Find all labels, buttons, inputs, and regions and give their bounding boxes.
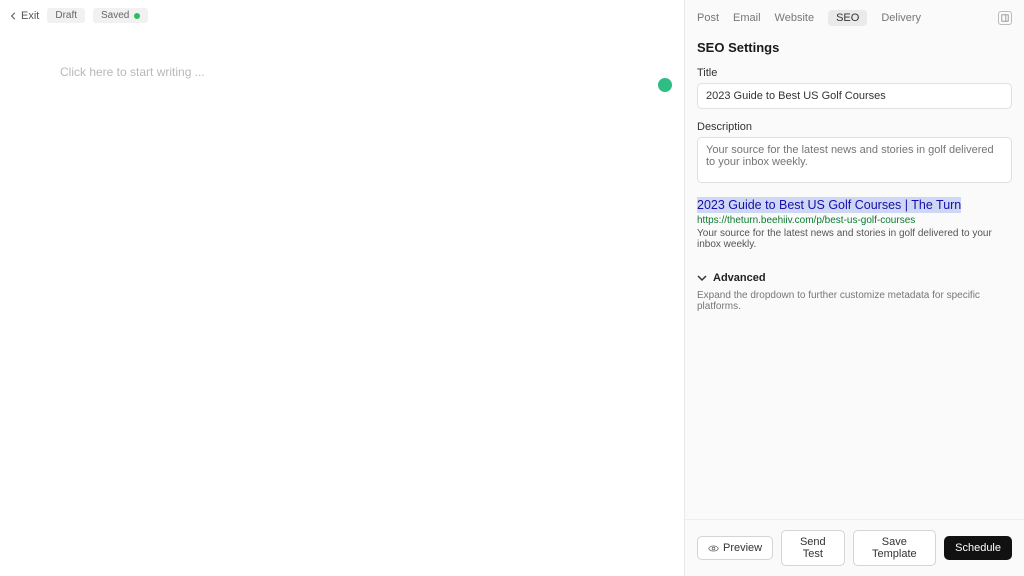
editor-placeholder: Click here to start writing ... — [60, 65, 624, 79]
saved-dot-icon — [134, 13, 140, 19]
tab-post[interactable]: Post — [697, 12, 719, 24]
description-label: Description — [697, 121, 1012, 133]
title-label: Title — [697, 67, 1012, 79]
schedule-button[interactable]: Schedule — [944, 536, 1012, 560]
editor-topbar: Exit Draft Saved — [0, 0, 684, 31]
advanced-label: Advanced — [713, 272, 766, 284]
status-saved-label: Saved — [101, 10, 129, 21]
serp-title: 2023 Guide to Best US Golf Courses | The… — [697, 197, 961, 213]
tab-website[interactable]: Website — [775, 12, 815, 24]
tab-delivery[interactable]: Delivery — [881, 12, 921, 24]
expand-panel-button[interactable] — [998, 11, 1012, 25]
advanced-toggle[interactable]: Advanced — [697, 272, 1012, 284]
tab-seo[interactable]: SEO — [828, 10, 867, 26]
preview-label: Preview — [723, 542, 762, 554]
chevron-left-icon — [10, 12, 18, 20]
panel-tabs: Post Email Website SEO Delivery — [685, 0, 1024, 36]
send-test-button[interactable]: Send Test — [781, 530, 844, 566]
status-draft-pill: Draft — [47, 8, 85, 23]
editor-body[interactable]: Click here to start writing ... — [0, 31, 684, 79]
serp-preview: 2023 Guide to Best US Golf Courses | The… — [697, 198, 1012, 250]
seo-description-input[interactable] — [697, 137, 1012, 183]
side-panel: Post Email Website SEO Delivery SEO Sett… — [684, 0, 1024, 576]
field-group-title: Title — [697, 67, 1012, 109]
serp-description: Your source for the latest news and stor… — [697, 228, 1012, 250]
exit-label: Exit — [21, 10, 39, 22]
eye-icon — [708, 543, 719, 554]
chevron-down-icon — [697, 273, 707, 283]
preview-button[interactable]: Preview — [697, 536, 773, 560]
section-title: SEO Settings — [697, 40, 1012, 55]
expand-icon — [1001, 14, 1009, 22]
field-group-description: Description — [697, 121, 1012, 186]
status-saved-pill: Saved — [93, 8, 148, 23]
serp-url: https://theturn.beehiiv.com/p/best-us-go… — [697, 215, 1012, 226]
save-template-button[interactable]: Save Template — [853, 530, 937, 566]
exit-link[interactable]: Exit — [10, 10, 39, 22]
advanced-help-text: Expand the dropdown to further customize… — [697, 290, 1012, 312]
editor-area: Exit Draft Saved Click here to start wri… — [0, 0, 684, 576]
panel-body: SEO Settings Title Description 2023 Guid… — [685, 36, 1024, 519]
action-bar: Preview Send Test Save Template Schedule — [685, 519, 1024, 576]
presence-avatar[interactable] — [658, 78, 672, 92]
seo-title-input[interactable] — [697, 83, 1012, 109]
tab-email[interactable]: Email — [733, 12, 761, 24]
